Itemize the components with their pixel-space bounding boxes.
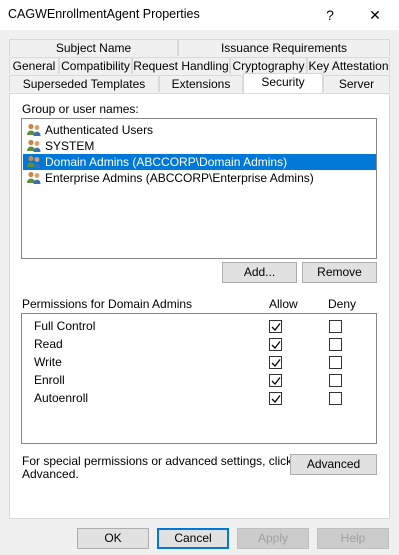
cancel-button[interactable]: Cancel [157,528,229,549]
permissions-list: Full Control Read Write Enroll Autoenrol… [21,313,377,444]
tab-server[interactable]: Server [323,75,390,92]
user-name: Authenticated Users [45,123,154,137]
users-icon [27,171,41,184]
users-icon [27,123,41,136]
add-button[interactable]: Add... [222,262,297,283]
title-bar: CAGWEnrollmentAgent Properties ? ✕ [0,0,399,30]
allow-checkbox[interactable] [269,374,282,387]
list-item-user-selected[interactable]: Domain Admins (ABCCORP\Domain Admins) [23,154,376,170]
list-item-user[interactable]: Enterprise Admins (ABCCORP\Enterprise Ad… [23,170,314,186]
permission-name: Full Control [34,319,96,333]
permission-row: Read [22,336,376,354]
advanced-hint-line1: For special permissions or advanced sett… [22,454,293,468]
permission-name: Read [34,337,63,351]
permission-row: Full Control [22,318,376,336]
help-icon[interactable]: ? [314,0,346,30]
tab-security[interactable]: Security [243,73,323,93]
list-item-user[interactable]: Authenticated Users [23,122,153,138]
users-icon [27,139,41,152]
help-button[interactable]: Help [317,528,389,549]
permission-row: Write [22,354,376,372]
allow-checkbox[interactable] [269,356,282,369]
user-name: Domain Admins (ABCCORP\Domain Admins) [45,155,288,169]
permission-name: Write [34,355,62,369]
users-icon [27,155,41,168]
deny-checkbox[interactable] [329,320,342,333]
tab-extensions[interactable]: Extensions [159,75,243,92]
tab-compatibility[interactable]: Compatibility [59,57,132,74]
user-name: Enterprise Admins (ABCCORP\Enterprise Ad… [45,171,314,185]
allow-checkbox[interactable] [269,338,282,351]
security-panel: Group or user names: Authenticated Users… [9,93,390,519]
remove-button[interactable]: Remove [302,262,377,283]
permission-row: Autoenroll [22,390,376,408]
group-names-label: Group or user names: [22,102,139,116]
user-name: SYSTEM [45,139,95,153]
permission-name: Autoenroll [34,391,89,405]
dialog-footer: OK Cancel Apply Help [0,519,399,555]
window-title: CAGWEnrollmentAgent Properties [8,7,200,21]
deny-checkbox[interactable] [329,356,342,369]
allow-header: Allow [269,297,298,311]
permission-name: Enroll [34,373,65,387]
ok-button[interactable]: OK [77,528,149,549]
tab-cryptography[interactable]: Cryptography [230,57,307,74]
deny-header: Deny [328,297,357,311]
deny-checkbox[interactable] [329,374,342,387]
tab-subject-name[interactable]: Subject Name [9,39,178,56]
apply-button[interactable]: Apply [237,528,309,549]
deny-checkbox[interactable] [329,392,342,405]
tab-general[interactable]: General [9,57,59,74]
tab-row-1: Subject Name Issuance Requirements [0,39,399,57]
permission-row: Enroll [22,372,376,390]
deny-checkbox[interactable] [329,338,342,351]
group-user-listbox[interactable]: Authenticated Users SYSTEM Domain Admins… [21,118,377,259]
tab-request-handling[interactable]: Request Handling [132,57,230,74]
permissions-label: Permissions for Domain Admins [22,297,193,311]
advanced-hint-line2: Advanced. [22,467,79,481]
allow-checkbox[interactable] [269,392,282,405]
tab-superseded-templates[interactable]: Superseded Templates [9,75,159,92]
advanced-button[interactable]: Advanced [290,454,377,475]
close-icon[interactable]: ✕ [359,0,391,30]
tab-issuance-requirements[interactable]: Issuance Requirements [178,39,390,56]
tab-row-3: Superseded Templates Extensions Security… [0,73,399,93]
tab-row-2: General Compatibility Request Handling C… [0,57,399,75]
list-item-user[interactable]: SYSTEM [23,138,94,154]
allow-checkbox[interactable] [269,320,282,333]
tab-key-attestation[interactable]: Key Attestation [307,57,390,74]
